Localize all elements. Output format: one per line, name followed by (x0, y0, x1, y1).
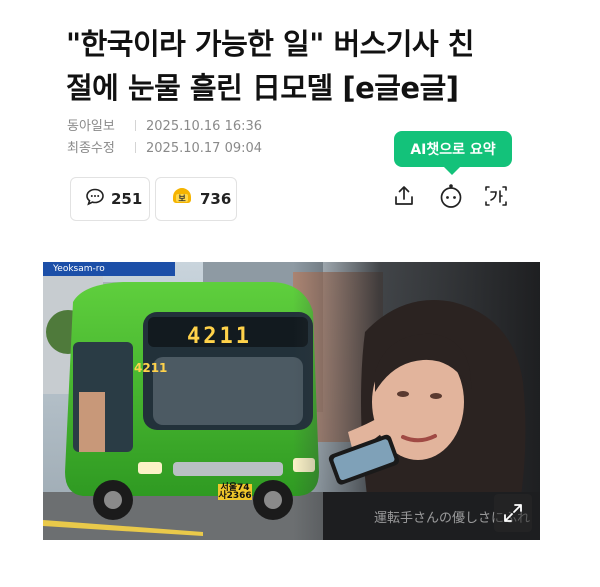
comment-button[interactable]: 251 (70, 177, 150, 221)
source-name[interactable]: 동아일보 (67, 115, 131, 134)
emoji-face-icon: 보 (170, 186, 194, 212)
meta-modified-row: 최종수정 2025.10.17 09:04 (67, 137, 262, 156)
article-headline: "한국이라 가능한 일" 버스기사 친 절에 눈물 흘린 日모델 [e글e글] (66, 22, 526, 110)
font-size-button[interactable] (482, 184, 510, 212)
meta-published-row: 동아일보 2025.10.16 16:36 (67, 115, 262, 134)
reaction-emoji-text: 보 (178, 194, 186, 203)
ai-bot-icon (437, 182, 465, 214)
bus-side-number: 4211 (134, 361, 168, 375)
license-plate: 서울74 사2366 (218, 484, 252, 501)
bus-route-display: 4211 (187, 324, 252, 349)
article-photo[interactable]: Yeoksam-ro 4211 4211 서울74 사2366 運転手さんの優し… (43, 262, 540, 540)
headline-line-1: "한국이라 가능한 일" 버스기사 친 (66, 27, 474, 61)
plate-line-2: 사2366 (218, 491, 252, 501)
reaction-button[interactable]: 보 736 (155, 177, 237, 221)
modified-label: 최종수정 (67, 141, 115, 156)
font-size-icon (483, 183, 509, 213)
ai-summary-tooltip[interactable]: AI챗으로 요약 (394, 131, 512, 175)
modified-date: 2025.10.17 09:04 (146, 141, 263, 156)
ai-chat-button[interactable] (437, 184, 465, 212)
headline-line-2: 절에 눈물 흘린 日모델 [e글e글] (66, 71, 459, 105)
reaction-count: 736 (200, 190, 232, 208)
speech-bubble-icon (85, 187, 105, 211)
ai-summary-tooltip-label: AI챗으로 요약 (410, 142, 496, 158)
photo-illustration (43, 262, 540, 540)
share-button[interactable] (390, 184, 418, 212)
meta-divider (135, 142, 136, 153)
meta-divider (135, 120, 136, 131)
street-sign: Yeoksam-ro (43, 262, 175, 276)
comment-count: 251 (111, 190, 143, 208)
share-icon (392, 184, 416, 212)
expand-icon (502, 502, 524, 524)
expand-photo-button[interactable] (494, 494, 532, 532)
published-date: 2025.10.16 16:36 (146, 119, 263, 134)
